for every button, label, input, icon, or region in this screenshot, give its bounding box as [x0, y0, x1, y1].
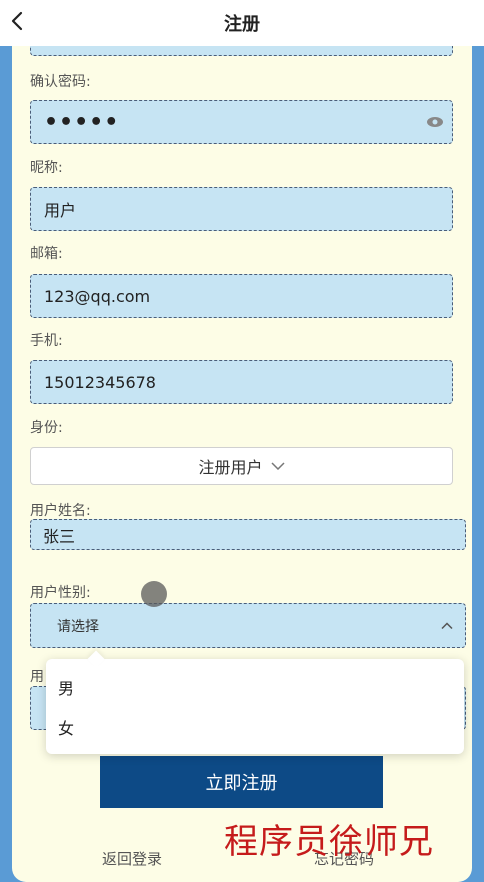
identity-label: 身份:: [30, 420, 63, 436]
gender-placeholder: 请选择: [57, 618, 99, 635]
email-field[interactable]: 123@qq.com: [30, 274, 453, 318]
phone-field[interactable]: 15012345678: [30, 360, 453, 404]
touch-cursor: [141, 581, 167, 607]
eye-icon[interactable]: [426, 46, 444, 47]
gender-select[interactable]: 请选择: [30, 603, 466, 648]
next-field-label: 用: [30, 669, 44, 685]
gender-option-male[interactable]: 男: [46, 667, 464, 707]
register-submit-button[interactable]: 立即注册: [100, 756, 383, 808]
phone-value: 15012345678: [44, 372, 156, 392]
real-name-field[interactable]: 张三: [30, 519, 466, 550]
real-name-label: 用户姓名:: [30, 503, 91, 519]
nickname-field[interactable]: 用户: [30, 187, 453, 231]
phone-label: 手机:: [30, 333, 63, 349]
gender-option-female[interactable]: 女: [46, 707, 464, 747]
nickname-value: 用户: [44, 201, 77, 220]
confirm-password-label: 确认密码:: [30, 74, 91, 90]
email-label: 邮箱:: [30, 246, 63, 262]
confirm-password-value: •••••: [44, 109, 120, 135]
confirm-password-field[interactable]: •••••: [30, 100, 453, 144]
watermark-text: 程序员徐师兄: [224, 822, 434, 862]
eye-icon[interactable]: [426, 116, 444, 128]
gender-label: 用户性别:: [30, 585, 91, 601]
back-to-login-link[interactable]: 返回登录: [102, 848, 162, 869]
password-field[interactable]: ••••: [30, 46, 453, 56]
chevron-up-icon: [441, 622, 453, 629]
top-bar: 注册: [0, 0, 484, 46]
gender-dropdown: 男 女: [46, 659, 464, 754]
email-value: 123@qq.com: [44, 286, 151, 306]
real-name-value: 张三: [43, 526, 76, 546]
nickname-label: 昵称:: [30, 160, 63, 176]
chevron-down-icon: [270, 462, 285, 470]
identity-value: 注册用户: [198, 458, 263, 477]
page-title: 注册: [224, 14, 260, 35]
back-arrow-icon[interactable]: [8, 10, 28, 32]
identity-select[interactable]: 注册用户: [30, 447, 453, 485]
password-value: ••••: [44, 46, 84, 52]
register-form-card: •••• 确认密码: ••••• 昵称: 用户 邮箱: 123@qq.com 手…: [12, 46, 472, 882]
